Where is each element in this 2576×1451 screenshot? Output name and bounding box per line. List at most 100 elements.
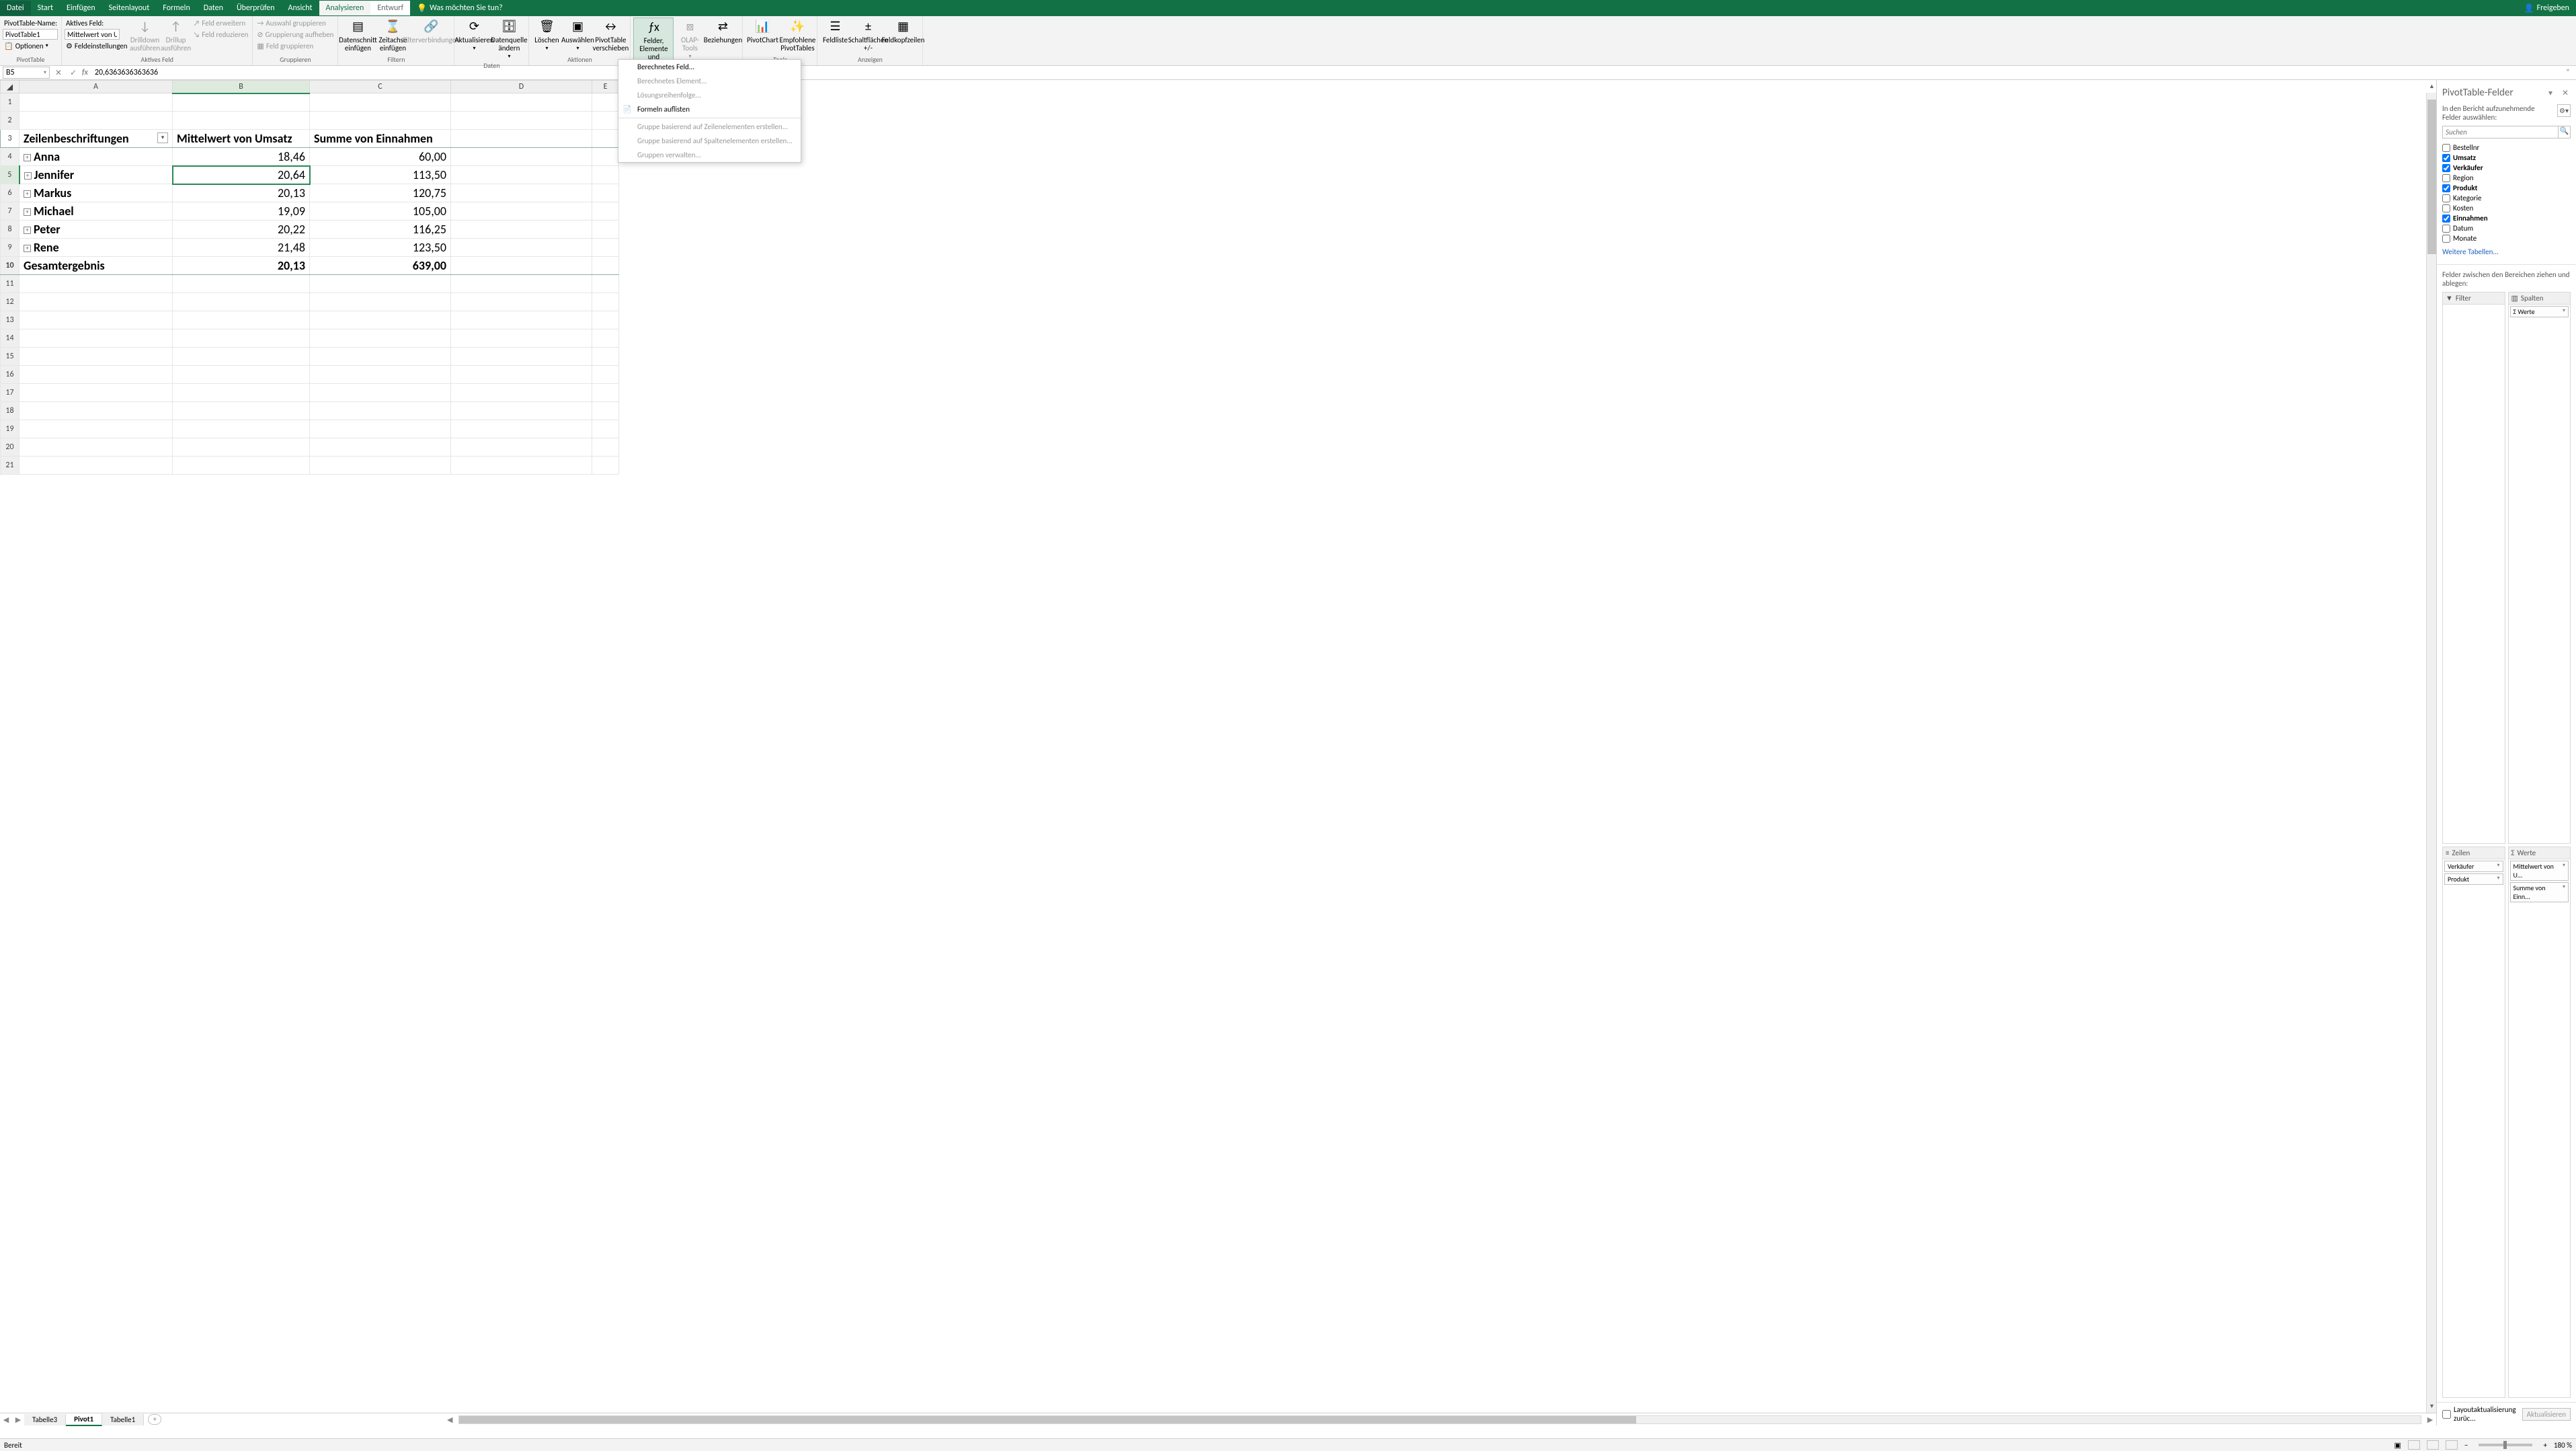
record-macro-icon[interactable]: ▣ [2394,1441,2401,1450]
pivot-col-header-sum[interactable]: Summe von Einnahmen [310,130,451,148]
row-header[interactable]: 1 [1,93,19,112]
pt-field-kategorie[interactable]: Kategorie [2442,193,2571,203]
row-header[interactable]: 4 [1,148,19,166]
scroll-down-icon[interactable]: ▼ [2427,1403,2436,1413]
search-icon[interactable]: 🔍 [2559,126,2571,139]
row-header[interactable]: 7 [1,202,19,221]
pt-field-kosten[interactable]: Kosten [2442,203,2571,213]
scroll-thumb[interactable] [2427,100,2436,254]
menu-tab-formeln[interactable]: Formeln [156,1,196,15]
enter-formula-button[interactable]: ✓ [67,68,79,78]
pt-search-input[interactable] [2442,126,2559,139]
expand-toggle[interactable]: + [24,208,31,216]
view-page-break-button[interactable] [2446,1440,2458,1450]
select-all-button[interactable]: ◢ [1,81,19,93]
pivot-row-jennifer[interactable]: +Jennifer [19,166,173,184]
insert-slicer-button[interactable]: ▤Datenschnitt einfügen [341,17,374,54]
row-header[interactable]: 15 [1,348,19,366]
horizontal-scrollbar[interactable] [458,1415,2421,1424]
pivot-row-label-header[interactable]: Zeilenbeschriftungen▾ [19,130,173,148]
change-datasource-button[interactable]: 🗄Datenquelle ändern▾ [492,17,526,61]
zoom-slider[interactable] [2479,1444,2532,1446]
cell-B6[interactable]: 20,13 [173,184,310,202]
zoom-out-button[interactable]: − [2464,1441,2468,1450]
row-header[interactable]: 18 [1,402,19,420]
col-header-A[interactable]: A [19,81,173,93]
pt-pane-close-button[interactable]: ✕ [2560,88,2571,98]
pt-field-bestellnr[interactable]: Bestellnr [2442,143,2571,153]
col-header-B[interactable]: B [173,81,310,93]
pt-field-checkbox[interactable] [2442,214,2450,223]
field-settings-button[interactable]: ⚙ Feldeinstellungen [65,40,129,51]
vertical-scrollbar[interactable]: ▲ ▼ [2426,93,2436,1413]
expand-toggle[interactable]: + [24,190,31,198]
row-header[interactable]: 16 [1,366,19,384]
field-headers-button[interactable]: ▦Feldkopfzeilen [886,17,920,46]
formula-expand-button[interactable]: ˅ [2563,68,2573,77]
add-sheet-button[interactable]: + [148,1414,161,1425]
expand-toggle[interactable]: + [24,172,32,180]
row-header[interactable]: 17 [1,384,19,402]
menu-tab-entwurf[interactable]: Entwurf [370,1,410,15]
pt-rows-item[interactable]: Produkt▾ [2444,873,2503,885]
pivot-row-markus[interactable]: +Markus [19,184,173,202]
zoom-level[interactable]: 180 % [2554,1441,2572,1450]
cell-B5[interactable]: 20,64 [173,166,310,184]
row-header[interactable]: 10 [1,257,19,275]
tell-me-search[interactable]: 💡 Was möchten Sie tun? [410,3,510,13]
row-header[interactable]: 13 [1,311,19,329]
expand-toggle[interactable]: + [24,154,31,161]
view-normal-button[interactable] [2408,1440,2420,1450]
cell-B10[interactable]: 20,13 [173,257,310,275]
clear-button[interactable]: 🗑Löschen▾ [532,17,561,53]
menu-tab-seitenlayout[interactable]: Seitenlayout [102,1,157,15]
pt-field-umsatz[interactable]: Umsatz [2442,153,2571,163]
row-header[interactable]: 20 [1,438,19,457]
cell-C8[interactable]: 116,25 [310,221,451,239]
pt-field-checkbox[interactable] [2442,235,2450,243]
row-label-filter-button[interactable]: ▾ [157,132,168,143]
expand-toggle[interactable]: + [24,227,31,234]
pt-area-filter[interactable]: ▼Filter [2442,292,2505,844]
pt-field-produkt[interactable]: Produkt [2442,183,2571,193]
col-header-D[interactable]: D [451,81,592,93]
menu-tab-analysieren[interactable]: Analysieren [319,1,371,15]
pt-field-region[interactable]: Region [2442,173,2571,183]
pt-area-values[interactable]: ΣWerte Mittelwert von U...▾Summe von Ein… [2508,847,2571,1399]
menu-tab-einfuegen[interactable]: Einfügen [60,1,102,15]
row-header[interactable]: 5 [1,166,19,184]
menu-tab-ueberpruefen[interactable]: Überprüfen [230,1,282,15]
formula-input[interactable]: 20,6363636363636 [91,68,2560,77]
menu-tab-daten[interactable]: Daten [197,1,230,15]
sheet-tab-tabelle3[interactable]: Tabelle3 [24,1414,66,1425]
fx-button[interactable]: fx [82,68,88,77]
menu-tab-start[interactable]: Start [31,1,60,15]
pivot-row-peter[interactable]: +Peter [19,221,173,239]
pt-field-checkbox[interactable] [2442,194,2450,202]
pivotchart-button[interactable]: 📊PivotChart [746,17,779,46]
pt-values-item[interactable]: Mittelwert von U...▾ [2510,861,2569,881]
select-button[interactable]: ▣Auswählen▾ [563,17,592,53]
pt-field-verkäufer[interactable]: Verkäufer [2442,163,2571,173]
active-field-input[interactable] [65,29,120,40]
pt-name-input[interactable] [3,29,58,40]
menu-tab-ansicht[interactable]: Ansicht [282,1,319,15]
scroll-up-icon[interactable]: ▲ [2427,83,2436,93]
row-header[interactable]: 6 [1,184,19,202]
row-header[interactable]: 2 [1,112,19,130]
pivot-col-header-avg[interactable]: Mittelwert von Umsatz [173,130,310,148]
pt-rows-item[interactable]: Verkäufer▾ [2444,861,2503,872]
share-button[interactable]: 👤 Freigeben [2518,3,2576,13]
row-header[interactable]: 8 [1,221,19,239]
pt-layout-button[interactable]: ⚙▾ [2557,104,2571,117]
row-header[interactable]: 14 [1,329,19,348]
refresh-button[interactable]: ⟳Aktualisieren▾ [457,17,491,53]
pt-field-checkbox[interactable] [2442,144,2450,152]
cell-C4[interactable]: 60,00 [310,148,451,166]
pivot-grand-total-label[interactable]: Gesamtergebnis [19,257,173,275]
pt-area-rows[interactable]: ≡Zeilen Verkäufer▾Produkt▾ [2442,847,2505,1399]
row-header[interactable]: 11 [1,275,19,293]
pt-field-checkbox[interactable] [2442,204,2450,212]
cell-C7[interactable]: 105,00 [310,202,451,221]
pt-area-columns[interactable]: ▥Spalten Σ Werte▾ [2508,292,2571,844]
